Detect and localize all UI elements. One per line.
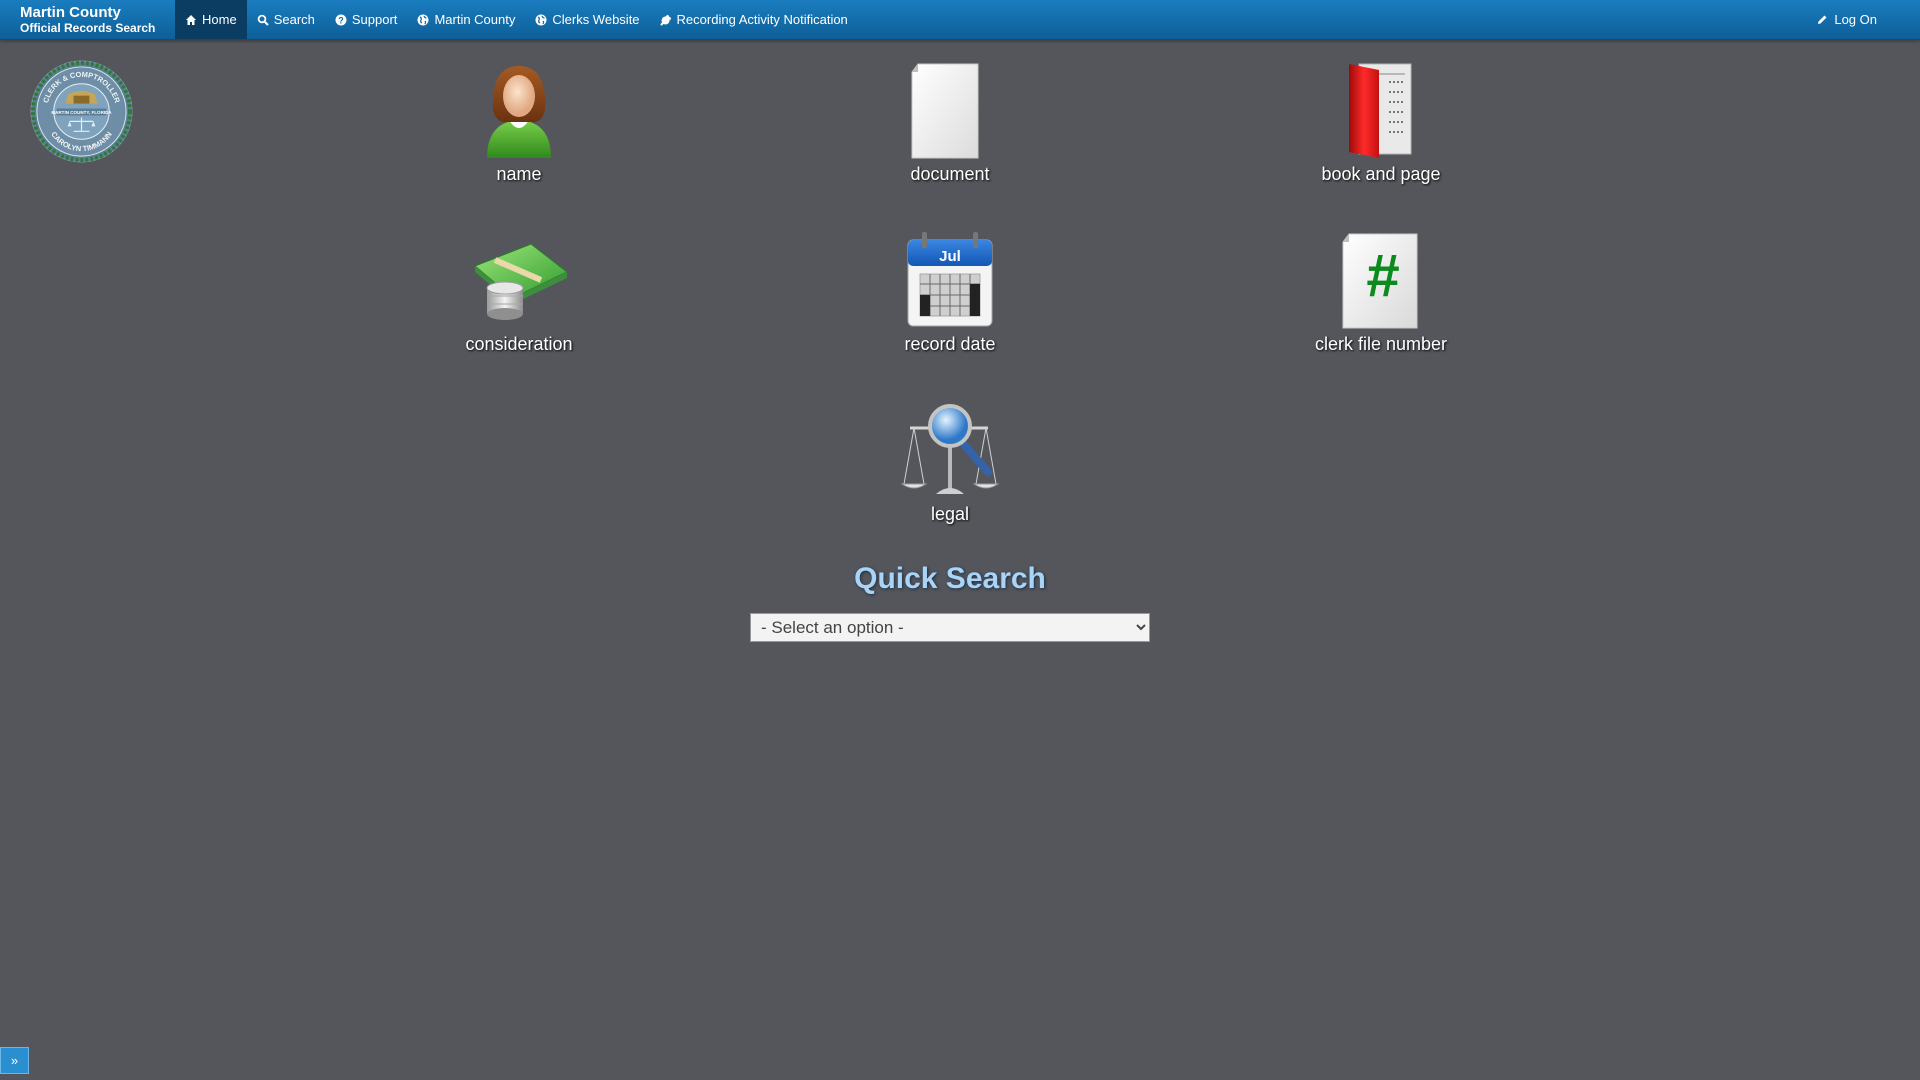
nav-support-label: Support [351,12,398,27]
nav-support[interactable]: ? Support [325,0,408,39]
nav-clerks-website[interactable]: Clerks Website [525,0,649,39]
nav-martin-county[interactable]: Martin County [407,0,525,39]
top-navbar: Martin County Official Records Search Ho… [0,0,1920,40]
tile-consideration[interactable]: consideration [399,230,639,380]
tile-legal-label: legal [930,504,970,524]
tile-name[interactable]: name [399,60,639,210]
quick-search-select[interactable]: - Select an option - [750,613,1150,642]
svg-text:MARTIN COUNTY, FLORIDA: MARTIN COUNTY, FLORIDA [51,110,112,115]
nav-clerks-website-label: Clerks Website [552,12,640,27]
pencil-icon [1816,14,1828,26]
person-icon [487,66,551,158]
money-icon [474,243,568,320]
nav-recording-notification-label: Recording Activity Notification [676,12,848,27]
tile-document[interactable]: document [830,60,1070,210]
scales-magnifier-icon [900,404,1000,494]
tile-book-and-page[interactable]: book and page [1261,60,1501,210]
brand[interactable]: Martin County Official Records Search [20,5,155,34]
calendar-icon: Jul [907,232,993,327]
nav-search-label: Search [273,12,315,27]
tile-record-date[interactable]: Jul record date [830,230,1070,380]
tile-clerk-file-number[interactable]: # clerk file number [1261,230,1501,380]
logon-label: Log On [1834,12,1877,27]
nav-martin-county-label: Martin County [434,12,516,27]
svg-text:?: ? [338,15,344,25]
brand-subtitle: Official Records Search [20,21,156,35]
search-icon [257,14,269,26]
county-seal-logo: CLERK & COMPTROLLER CAROLYN TIMMANN MART… [30,60,133,163]
logon-link[interactable]: Log On [1816,0,1877,39]
home-icon [185,14,197,26]
brand-title: Martin County [20,4,121,21]
main-nav: Home Search ? Support Martin County Cler… [175,0,858,39]
tile-legal[interactable]: legal [830,400,1070,550]
globe-icon [535,14,547,26]
tile-record-date-label: record date [904,334,996,354]
calendar-month: Jul [939,248,961,265]
red-book-icon [1349,63,1412,158]
svg-text:#: # [1366,242,1399,309]
question-circle-icon: ? [335,14,347,26]
tile-consideration-label: consideration [465,334,573,354]
tile-clerk-file-number-label: clerk file number [1314,334,1448,354]
nav-recording-notification[interactable]: Recording Activity Notification [650,0,858,39]
globe-icon [417,14,429,26]
nav-search[interactable]: Search [247,0,325,39]
wrench-icon [660,14,672,26]
document-icon [911,63,979,159]
tile-book-and-page-label: book and page [1321,164,1441,184]
quick-search-title: Quick Search [854,562,1046,595]
sidebar-toggle-button[interactable]: » [0,1047,29,1074]
hash-document-icon: # [1342,233,1418,329]
tile-name-label: name [496,164,542,184]
nav-home-label: Home [202,12,237,27]
tile-document-label: document [910,164,990,184]
nav-home[interactable]: Home [175,0,247,39]
